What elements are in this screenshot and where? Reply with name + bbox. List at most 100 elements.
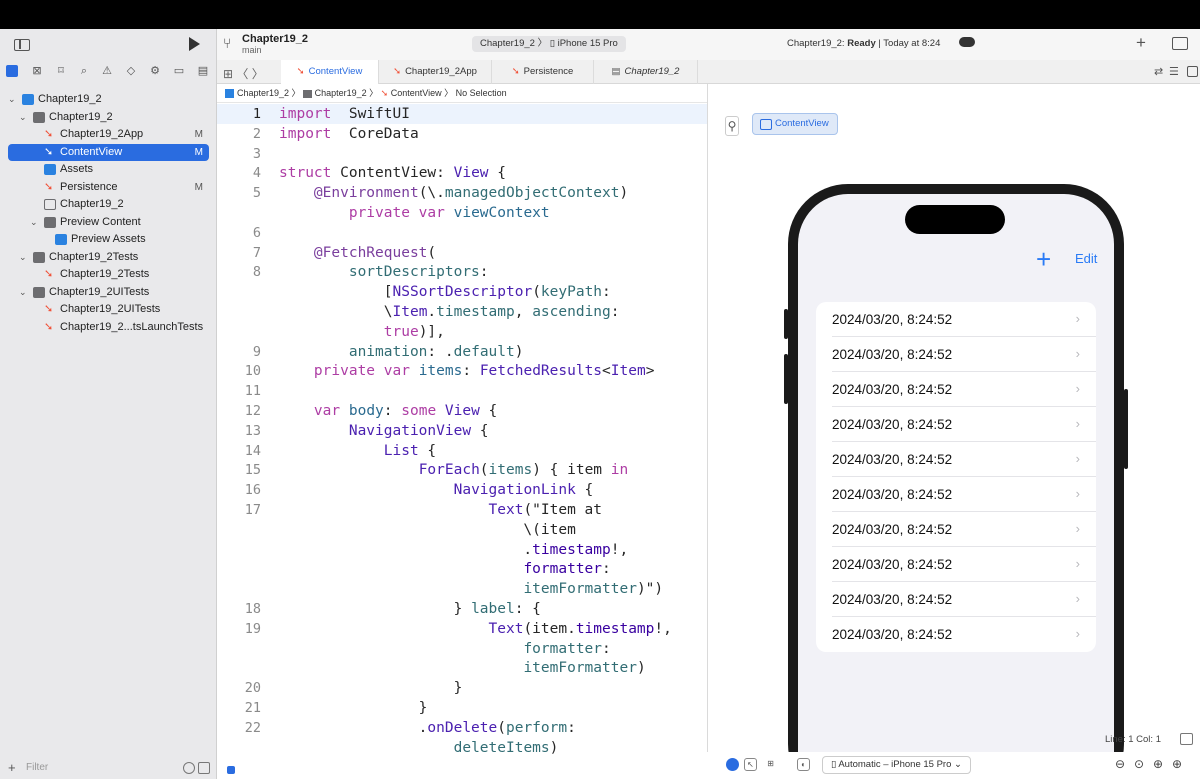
code-line[interactable]: } label: { — [279, 599, 541, 619]
editor-tab[interactable]: ➘ Chapter19_2App — [379, 60, 492, 84]
code-line[interactable]: NavigationLink { — [279, 480, 594, 500]
code-line[interactable]: true)], — [279, 322, 445, 342]
code-line[interactable]: \Item.timestamp, ascending: — [279, 302, 620, 322]
code-line[interactable]: import SwiftUI — [279, 104, 410, 124]
code-line[interactable]: } — [279, 698, 428, 718]
code-line[interactable]: ForEach(items) { item in — [279, 460, 629, 480]
navigator-item[interactable]: ➘ Chapter19_2...tsLaunchTests — [0, 319, 217, 337]
swap-icon[interactable]: ⇄ — [1154, 65, 1163, 78]
scheme-selector[interactable]: Chapter19_2 〉 ▯ iPhone 15 Pro — [472, 36, 626, 52]
list-item[interactable]: 2024/03/20, 8:24:52 › — [816, 582, 1096, 617]
code-line[interactable]: NavigationView { — [279, 421, 489, 441]
report-icon[interactable]: ▤ — [196, 64, 210, 78]
list-item[interactable]: 2024/03/20, 8:24:52 › — [816, 547, 1096, 582]
code-line[interactable]: struct ContentView: View { — [279, 163, 506, 183]
code-line[interactable]: List { — [279, 441, 436, 461]
code-line[interactable]: deleteItems) — [279, 738, 559, 758]
library-plus-icon[interactable]: + — [1136, 33, 1146, 53]
list-item[interactable]: 2024/03/20, 8:24:52 › — [816, 477, 1096, 512]
navigator-item[interactable]: ➘ Chapter19_2Tests — [0, 266, 217, 284]
debug-area-toggle-icon[interactable] — [227, 766, 235, 774]
run-button[interactable] — [189, 37, 200, 51]
folder-icon[interactable] — [6, 65, 18, 77]
issue-icon[interactable]: ⚠ — [100, 64, 114, 78]
navigator-item[interactable]: ➘ ContentView M — [8, 143, 209, 161]
zoom-out-icon[interactable]: ⊖ — [1115, 757, 1125, 771]
jumpbar-group[interactable]: Chapter19_2 — [315, 88, 367, 98]
code-line[interactable]: \(item — [279, 520, 575, 540]
code-line[interactable]: private var viewContext — [279, 203, 550, 223]
list-item[interactable]: 2024/03/20, 8:24:52 › — [816, 302, 1096, 337]
jumpbar-project[interactable]: Chapter19_2 — [237, 88, 289, 98]
bookmark-icon[interactable]: ⌑ — [54, 64, 68, 78]
code-line[interactable]: .onDelete(perform: — [279, 718, 576, 738]
zoom-in-icon[interactable]: ⊕ — [1172, 757, 1182, 771]
code-line[interactable]: import CoreData — [279, 124, 419, 144]
code-line[interactable]: @FetchRequest( — [279, 243, 436, 263]
navigator-item[interactable]: ⌄ Chapter19_2 — [0, 109, 217, 127]
navigator-item[interactable]: ⌄ Chapter19_2UITests — [0, 284, 217, 302]
variants-icon[interactable]: ⊞ — [764, 758, 777, 771]
disclosure-chevron-icon[interactable]: ⌄ — [30, 214, 40, 232]
editor-tab[interactable]: ➘ Persistence — [492, 60, 594, 84]
code-line[interactable]: formatter: — [279, 559, 610, 579]
recent-files-icon[interactable] — [183, 762, 195, 774]
list-item[interactable]: 2024/03/20, 8:24:52 › — [816, 442, 1096, 477]
code-line[interactable]: var body: some View { — [279, 401, 497, 421]
editor-tab[interactable]: ➘ ContentView — [281, 60, 379, 84]
adjust-editor-icon[interactable]: ☰ — [1169, 65, 1179, 78]
list-item[interactable]: 2024/03/20, 8:24:52 › — [816, 372, 1096, 407]
code-line[interactable]: Text(item.timestamp!, — [279, 619, 672, 639]
disclosure-chevron-icon[interactable]: ⌄ — [19, 109, 29, 127]
debug-icon[interactable]: ⚙ — [148, 64, 162, 78]
code-line[interactable]: @Environment(\.managedObjectContext) — [279, 183, 628, 203]
zoom-fit-icon[interactable]: ⊙ — [1134, 757, 1144, 771]
code-line[interactable]: formatter: — [279, 639, 610, 659]
code-line[interactable]: .timestamp!, — [279, 540, 628, 560]
split-editor-icon[interactable] — [1187, 66, 1198, 77]
pin-icon[interactable]: ⚲ — [725, 116, 739, 136]
jumpbar-file[interactable]: ContentView — [391, 88, 442, 98]
navigator-item[interactable]: ⌄ Preview Content — [0, 214, 217, 232]
navigator-item[interactable]: ➘ Persistence M — [0, 179, 217, 197]
cloud-icon[interactable] — [959, 37, 975, 47]
navigator-item[interactable]: Chapter19_2 — [0, 196, 217, 214]
edit-button[interactable]: Edit — [1075, 251, 1097, 266]
filter-options-icon[interactable] — [198, 762, 210, 774]
selectable-icon[interactable]: ↖ — [744, 758, 757, 771]
preview-tab-contentview[interactable]: ContentView — [752, 113, 838, 135]
list-item[interactable]: 2024/03/20, 8:24:52 › — [816, 407, 1096, 442]
device-settings-icon[interactable]: ◐ — [797, 758, 810, 771]
navigator-item[interactable]: ➘ Chapter19_2App M — [0, 126, 217, 144]
code-line[interactable]: } — [279, 678, 463, 698]
code-line[interactable]: Text("Item at — [279, 500, 603, 520]
list-item[interactable]: 2024/03/20, 8:24:52 › — [816, 617, 1096, 652]
inspector-area-icon[interactable] — [1180, 733, 1193, 745]
code-line[interactable]: itemFormatter)") — [279, 579, 663, 599]
device-selector[interactable]: ▯ Automatic – iPhone 15 Pro ⌄ — [822, 756, 971, 774]
filter-input[interactable]: Filter — [26, 761, 176, 775]
source-editor[interactable]: 1 2 3 4 5 6 7 8 9 10 11 12 13 14 15 16 17 18 19 20 21 22 impo… — [217, 103, 707, 759]
disclosure-chevron-icon[interactable]: ⌄ — [19, 284, 29, 302]
navigator-item[interactable]: Preview Assets — [0, 231, 217, 249]
navigator-item[interactable]: Assets — [0, 161, 217, 179]
disclosure-chevron-icon[interactable]: ⌄ — [19, 249, 29, 267]
navigator-item[interactable]: ➘ Chapter19_2UITests — [0, 301, 217, 319]
grid-icon[interactable]: ⊞ 〈 〉 — [223, 65, 264, 82]
inspector-toggle-icon[interactable] — [1172, 37, 1188, 50]
code-line[interactable]: sortDescriptors: — [279, 262, 489, 282]
code-line[interactable]: animation: .default) — [279, 342, 524, 362]
find-icon[interactable]: ⌕ — [77, 64, 91, 78]
disclosure-chevron-icon[interactable]: ⌄ — [8, 91, 18, 109]
navigator-item[interactable]: ⌄ Chapter19_2 — [0, 91, 217, 109]
add-item-button[interactable]: + — [1036, 246, 1051, 272]
sidebar-toggle-icon[interactable] — [14, 39, 30, 51]
list-item[interactable]: 2024/03/20, 8:24:52 › — [816, 337, 1096, 372]
test-icon[interactable]: ◇ — [124, 64, 138, 78]
code-line[interactable]: private var items: FetchedResults<Item> — [279, 361, 655, 381]
jumpbar-symbol[interactable]: No Selection — [456, 88, 507, 98]
live-preview-icon[interactable] — [726, 758, 739, 771]
add-icon[interactable]: + — [8, 760, 16, 775]
code-line[interactable]: [NSSortDescriptor(keyPath: — [279, 282, 611, 302]
editor-tab[interactable]: ▤ Chapter19_2 — [594, 60, 698, 84]
